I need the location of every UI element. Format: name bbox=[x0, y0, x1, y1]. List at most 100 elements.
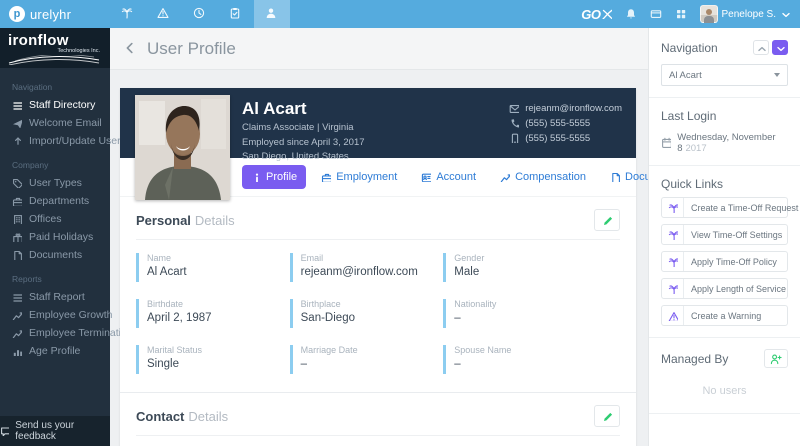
last-login-title: Last Login bbox=[661, 109, 788, 123]
field-label: Birthplace bbox=[301, 299, 444, 309]
last-login-date: Wednesday, November 82017 bbox=[677, 132, 788, 154]
module-staff-button[interactable] bbox=[254, 0, 290, 28]
module-warnings-button[interactable] bbox=[146, 0, 182, 28]
sidebar-item-label: Employee Growth bbox=[29, 309, 112, 321]
sidebar-item-employee-growth[interactable]: Employee Growth bbox=[0, 306, 110, 324]
quick-link-create-time-off-request[interactable]: Create a Time-Off Request bbox=[661, 197, 788, 218]
list-icon bbox=[12, 100, 22, 110]
chevron-up-icon bbox=[756, 43, 766, 53]
hero-mobile-row: (555) 555-5555 bbox=[509, 133, 622, 144]
sidebar-item-user-types[interactable]: User Types bbox=[0, 174, 110, 192]
user-select[interactable]: Al Acart bbox=[661, 64, 788, 86]
sidebar-item-offices[interactable]: Offices bbox=[0, 210, 110, 228]
personal-details-header: Personal Details bbox=[136, 209, 620, 240]
divider bbox=[649, 413, 800, 414]
employee-role: Claims Associate | Virginia bbox=[242, 121, 365, 136]
nav-prev-user-button[interactable] bbox=[753, 40, 769, 55]
module-time-clock-button[interactable] bbox=[182, 0, 218, 28]
top-right-cluster: GO Penelope S. bbox=[581, 5, 800, 23]
palm-tree-icon bbox=[668, 203, 678, 213]
back-button[interactable] bbox=[124, 42, 138, 56]
go-logo[interactable]: GO bbox=[581, 7, 611, 22]
tab-documents[interactable]: Documents bbox=[601, 165, 648, 189]
card-icon[interactable] bbox=[650, 8, 662, 20]
sidebar-item-paid-holidays[interactable]: Paid Holidays bbox=[0, 228, 110, 246]
edit-personal-button[interactable] bbox=[594, 209, 620, 231]
chart-line-icon bbox=[12, 310, 22, 320]
quick-link-label: Create a Time-Off Request bbox=[684, 203, 800, 213]
company-logo: ironflow Technologies Inc. bbox=[0, 28, 110, 68]
sidebar-item-staff-report[interactable]: Staff Report bbox=[0, 288, 110, 306]
nav-next-user-button[interactable] bbox=[772, 40, 788, 55]
field-value: rejeanm@ironflow.com bbox=[301, 266, 444, 278]
quick-link-create-a-warning[interactable]: Create a Warning bbox=[661, 305, 788, 326]
hero-mobile: (555) 555-5555 bbox=[525, 133, 590, 144]
document-icon bbox=[610, 172, 620, 182]
add-manager-button[interactable] bbox=[764, 349, 788, 368]
feedback-button[interactable]: Send us your feedback bbox=[0, 416, 110, 446]
navigation-title: Navigation bbox=[661, 41, 718, 55]
profile-hero: Al Acart Claims Associate | Virginia Emp… bbox=[120, 88, 636, 158]
tab-compensation[interactable]: Compensation bbox=[491, 165, 595, 189]
hero-email-row[interactable]: rejeanm@ironflow.com bbox=[509, 103, 622, 114]
user-plus-icon bbox=[770, 353, 782, 365]
calendar-icon bbox=[661, 137, 671, 149]
employee-since: Employed since April 3, 2017 bbox=[242, 136, 365, 151]
sidebar-item-label: Welcome Email bbox=[29, 117, 102, 129]
quick-link-view-time-off-settings[interactable]: View Time-Off Settings bbox=[661, 224, 788, 245]
profile-card: Al Acart Claims Associate | Virginia Emp… bbox=[120, 88, 636, 446]
gift-icon bbox=[12, 232, 22, 242]
tab-account[interactable]: Account bbox=[412, 165, 485, 189]
page-title: User Profile bbox=[147, 39, 236, 59]
field-email: Email rejeanm@ironflow.com bbox=[290, 253, 444, 282]
sidebar-item-welcome-email[interactable]: Welcome Email bbox=[0, 114, 110, 132]
field-value: Al Acart bbox=[147, 266, 290, 278]
sidebar-item-documents[interactable]: Documents bbox=[0, 246, 110, 264]
pencil-icon bbox=[602, 215, 612, 225]
hero-phone: (555) 555-5555 bbox=[525, 118, 590, 129]
field-nationality: Nationality – bbox=[443, 299, 620, 328]
purelyhr-logo[interactable]: p urelyhr bbox=[0, 6, 110, 22]
paper-plane-icon bbox=[12, 118, 22, 128]
managed-by-title: Managed By bbox=[661, 352, 728, 366]
last-login-row: Wednesday, November 82017 bbox=[661, 132, 788, 154]
tab-profile[interactable]: Profile bbox=[242, 165, 306, 189]
tab-employment[interactable]: Employment bbox=[312, 165, 406, 189]
sidebar-item-employee-terminations[interactable]: Employee Terminations bbox=[0, 324, 110, 342]
last-login-year: 2017 bbox=[685, 143, 706, 154]
module-time-off-button[interactable] bbox=[110, 0, 146, 28]
apps-grid-icon[interactable] bbox=[675, 8, 687, 20]
page-header: User Profile bbox=[110, 28, 648, 70]
profile-photo bbox=[135, 95, 230, 200]
user-menu[interactable]: Penelope S. bbox=[700, 5, 791, 23]
field-birthdate: Birthdate April 2, 1987 bbox=[136, 299, 290, 328]
module-nav bbox=[110, 0, 290, 28]
personal-fields-grid: Name Al Acart Email rejeanm@ironflow.com… bbox=[136, 253, 620, 374]
quick-link-label: Apply Length of Service bbox=[684, 284, 790, 294]
bell-icon[interactable] bbox=[625, 8, 637, 20]
go-logo-text: GO bbox=[581, 7, 600, 22]
sidebar-item-age-profile[interactable]: Age Profile bbox=[0, 342, 110, 360]
field-label: Marriage Date bbox=[301, 345, 444, 355]
quick-link-apply-time-off-policy[interactable]: Apply Time-Off Policy bbox=[661, 251, 788, 272]
purelyhr-logo-icon: p bbox=[9, 6, 25, 22]
divider bbox=[649, 337, 800, 338]
info-icon bbox=[251, 172, 261, 182]
tab-label: Account bbox=[436, 171, 476, 183]
section-title: Personal bbox=[136, 213, 191, 228]
module-checklist-button[interactable] bbox=[218, 0, 254, 28]
document-icon bbox=[12, 250, 22, 260]
sidebar-item-import-update-users[interactable]: Import/Update Users bbox=[0, 132, 110, 150]
sidebar-item-departments[interactable]: Departments bbox=[0, 192, 110, 210]
caret-down-icon bbox=[780, 9, 790, 19]
purelyhr-logo-text: urelyhr bbox=[30, 7, 71, 22]
quick-link-label: Create a Warning bbox=[684, 311, 765, 321]
chevron-left-icon bbox=[124, 42, 138, 56]
logo-swoosh-icon bbox=[8, 55, 100, 65]
employee-name: Al Acart bbox=[242, 99, 365, 119]
palm-tree-icon bbox=[668, 230, 678, 240]
sidebar-item-staff-directory[interactable]: Staff Directory bbox=[0, 96, 110, 114]
edit-contact-button[interactable] bbox=[594, 405, 620, 427]
quick-link-apply-length-of-service[interactable]: Apply Length of Service bbox=[661, 278, 788, 299]
sidebar-item-label: Paid Holidays bbox=[29, 231, 93, 243]
